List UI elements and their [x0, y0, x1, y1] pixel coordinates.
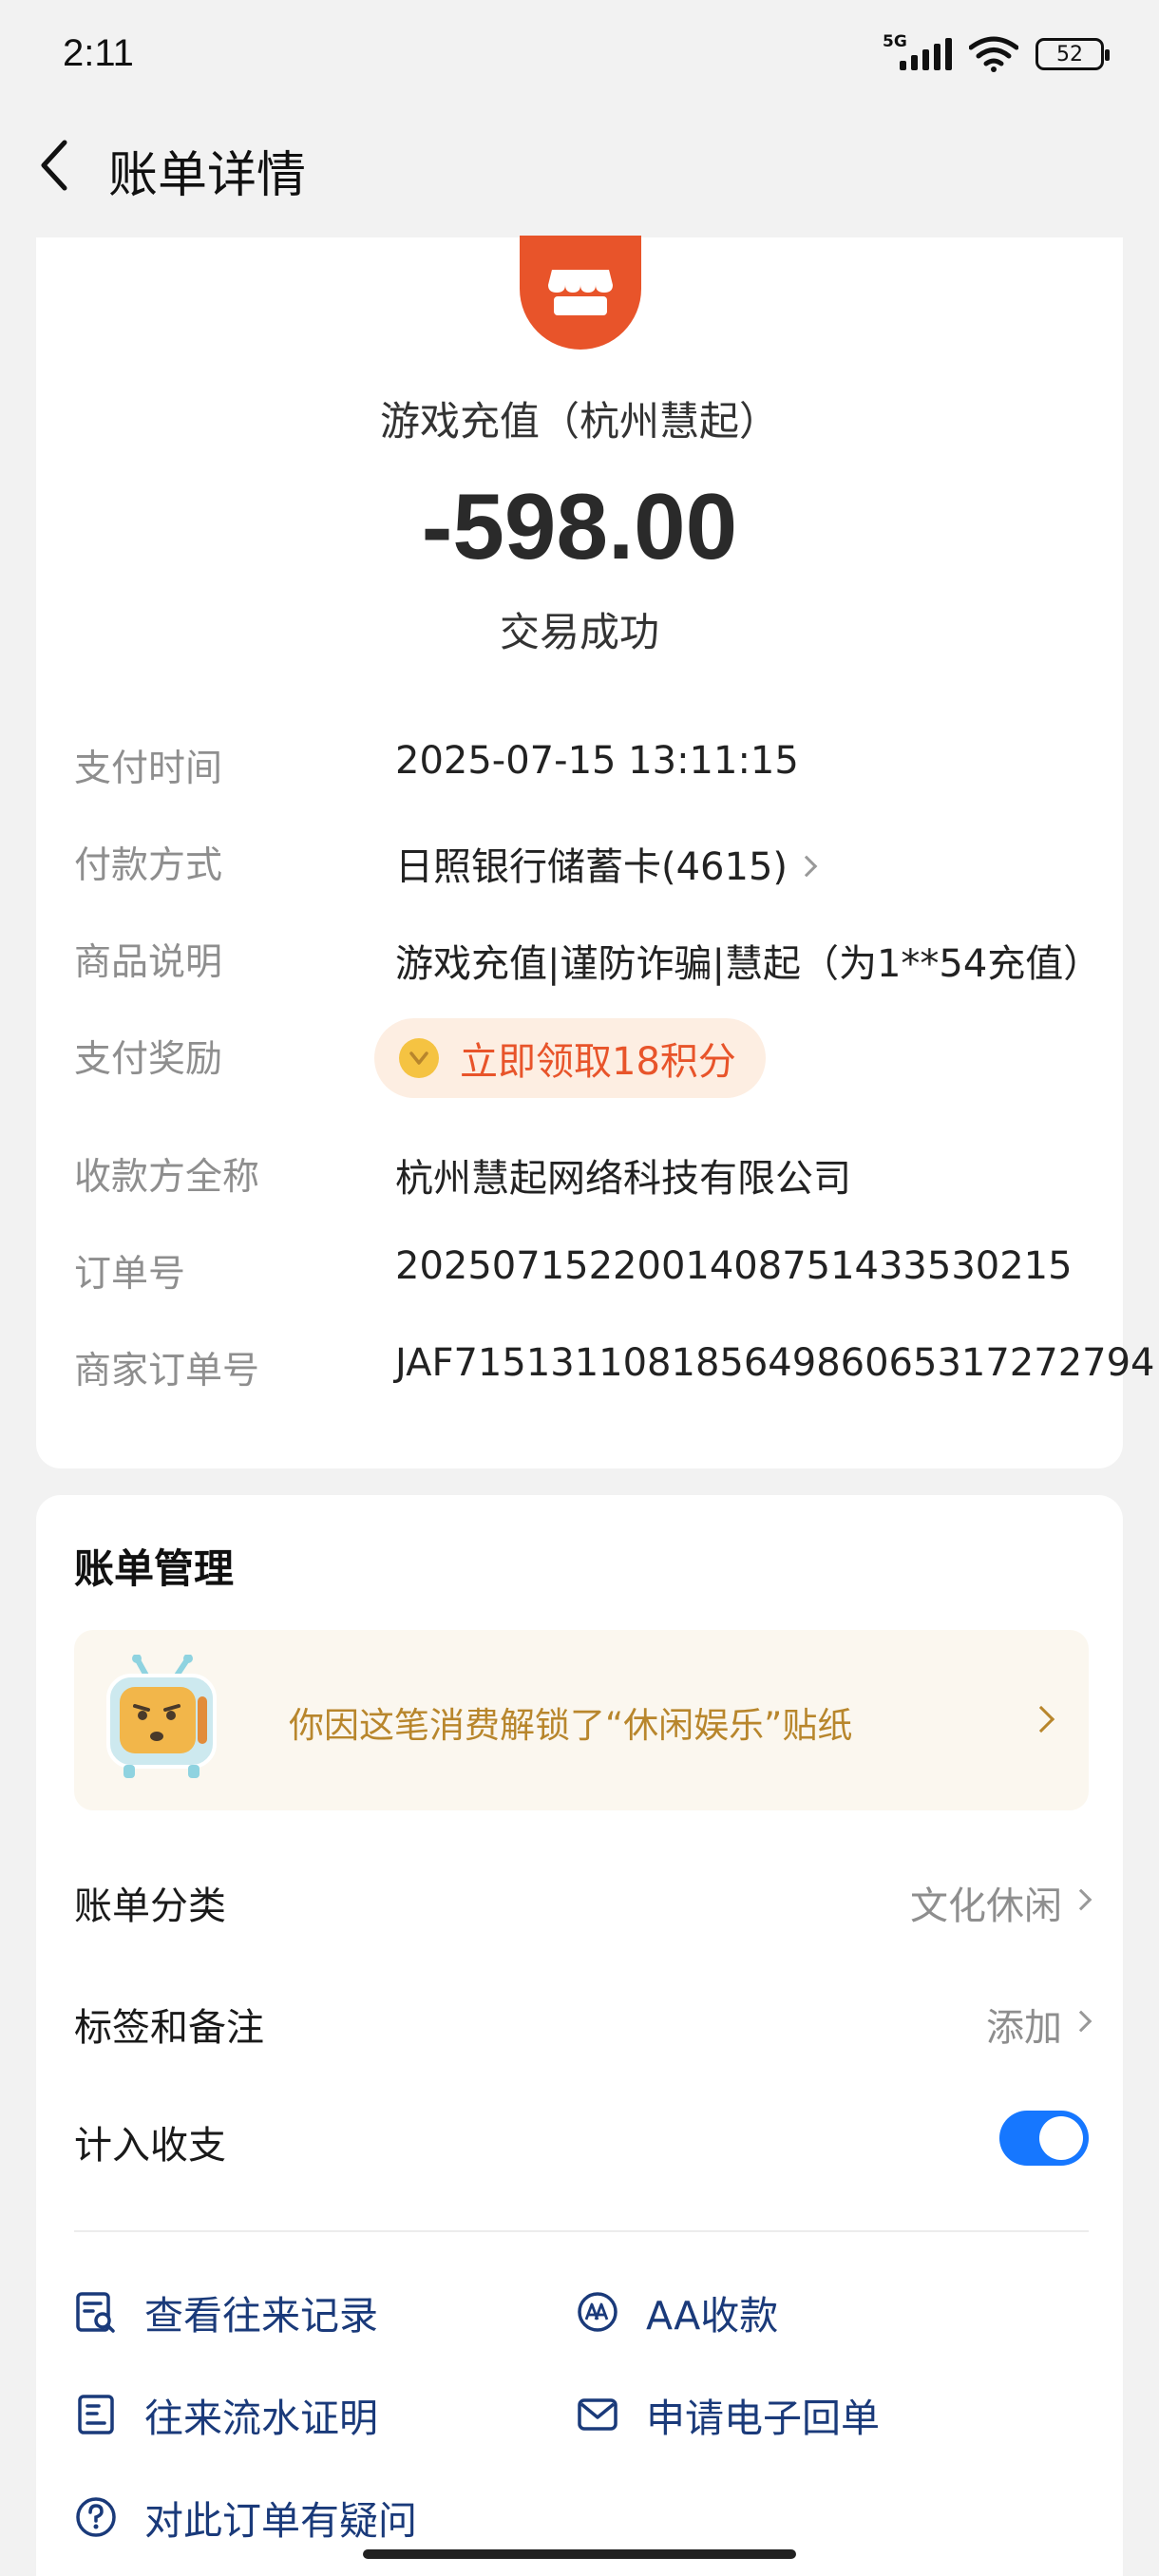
- detail-value: 杭州慧起网络科技有限公司: [395, 1157, 851, 1201]
- detail-row-payee: 收款方全称 杭州慧起网络科技有限公司: [74, 1147, 1100, 1204]
- statement-proof-action[interactable]: 往来流水证明: [74, 2386, 378, 2443]
- statement-icon: [78, 2395, 114, 2434]
- question-icon: [76, 2497, 116, 2537]
- cellular-signal-icon: 5G: [883, 32, 952, 70]
- view-records-action[interactable]: 查看往来记录: [74, 2283, 378, 2340]
- bill-category-text: 文化休闲: [910, 1885, 1062, 1928]
- bill-management-card: 账单管理 你因这笔消费解锁了“休闲娱乐”贴纸 账单分类 文化休闲 标签和备注 添…: [36, 1495, 1123, 2576]
- claim-points-button[interactable]: 立即领取18积分: [374, 1018, 766, 1098]
- network-type: 5G: [883, 32, 907, 51]
- record-search-icon: [76, 2292, 115, 2333]
- detail-row-merchant-order-no: 商家订单号 JAF71513110818564986065317272794: [74, 1341, 1155, 1398]
- page-title: 账单详情: [108, 147, 307, 204]
- aa-icon: [578, 2292, 618, 2332]
- detail-value: 2025-07-15 13:11:15: [395, 739, 799, 783]
- status-bar: 2:11 5G 52: [0, 0, 1159, 114]
- detail-label: 商家订单号: [74, 1350, 260, 1392]
- detail-row-reward: 支付奖励 立即领取18积分: [74, 1018, 1100, 1098]
- bill-category-value[interactable]: 文化休闲: [910, 1875, 1092, 1930]
- back-arrow-icon[interactable]: [34, 137, 76, 194]
- detail-label: 商品说明: [74, 941, 223, 984]
- order-question-label: 对此订单有疑问: [144, 2498, 417, 2544]
- view-records-label: 查看往来记录: [144, 2293, 378, 2339]
- tags-add-text: 添加: [986, 2006, 1062, 2050]
- detail-row-pay-time: 支付时间 2025-07-15 13:11:15: [74, 739, 1100, 796]
- include-in-budget-label: 计入收支: [74, 2124, 226, 2168]
- bill-category-label: 账单分类: [74, 1885, 226, 1928]
- merchant-store-icon: [520, 236, 641, 350]
- statement-proof-label: 往来流水证明: [144, 2396, 378, 2441]
- transaction-card: 游戏充值（杭州慧起） -598.00 交易成功 支付时间 2025-07-15 …: [36, 236, 1155, 1468]
- chevron-right-icon: [1070, 2010, 1092, 2033]
- status-time: 2:11: [63, 32, 134, 74]
- chevron-right-icon: [795, 855, 818, 878]
- sticker-unlock-text: 你因这笔消费解锁了“休闲娱乐”贴纸: [289, 1705, 853, 1746]
- include-in-budget-row: 计入收支: [74, 2111, 1089, 2181]
- detail-value: 2025071522001408751433530215: [395, 1244, 1073, 1288]
- aa-collect-label: AA收款: [646, 2293, 779, 2339]
- tv-sticker-icon: [106, 1655, 217, 1778]
- divider: [74, 2230, 1089, 2232]
- aa-collect-action[interactable]: AA收款: [576, 2283, 778, 2340]
- detail-value: 游戏充值|谨防诈骗|慧起（为1**54充值）: [395, 942, 1102, 986]
- store-icon: [548, 270, 613, 315]
- detail-label: 订单号: [74, 1253, 186, 1296]
- detail-value: JAF71513110818564986065317272794: [395, 1341, 1155, 1385]
- transaction-status: 交易成功: [499, 609, 659, 655]
- sticker-banner[interactable]: 你因这笔消费解锁了“休闲娱乐”贴纸: [74, 1630, 1089, 1810]
- detail-label: 付款方式: [74, 844, 223, 887]
- merchant-name: 游戏充值（杭州慧起）: [379, 398, 779, 445]
- payment-method-text: 日照银行储蓄卡(4615): [395, 845, 788, 889]
- section-title: 账单管理: [74, 1545, 235, 1592]
- points-coin-icon: [399, 1038, 439, 1078]
- e-receipt-label: 申请电子回单: [646, 2396, 880, 2441]
- status-icons: 5G 52: [883, 32, 1110, 72]
- bill-category-row[interactable]: 账单分类 文化休闲: [74, 1875, 1092, 1941]
- detail-label: 收款方全称: [74, 1156, 260, 1199]
- mail-icon: [578, 2398, 618, 2431]
- home-indicator[interactable]: [363, 2549, 796, 2559]
- transaction-amount: -598.00: [421, 474, 738, 578]
- detail-row-description: 商品说明 游戏充值|谨防诈骗|慧起（为1**54充值）: [74, 933, 1102, 990]
- detail-value[interactable]: 日照银行储蓄卡(4615): [395, 836, 818, 891]
- detail-row-order-no: 订单号 2025071522001408751433530215: [74, 1244, 1100, 1301]
- chevron-right-icon: [1027, 1705, 1055, 1733]
- tags-notes-value[interactable]: 添加: [986, 1997, 1092, 2052]
- detail-label: 支付时间: [74, 748, 223, 790]
- include-in-budget-toggle[interactable]: [999, 2111, 1089, 2166]
- detail-row-pay-method[interactable]: 付款方式 日照银行储蓄卡(4615): [74, 836, 1100, 893]
- tags-notes-label: 标签和备注: [74, 2006, 264, 2050]
- chevron-right-icon: [1070, 1888, 1092, 1911]
- order-question-action[interactable]: 对此订单有疑问: [74, 2489, 417, 2546]
- detail-label: 支付奖励: [74, 1038, 223, 1081]
- e-receipt-action[interactable]: 申请电子回单: [576, 2386, 880, 2443]
- battery-level: 52: [1056, 42, 1083, 66]
- battery-icon: 52: [1036, 38, 1110, 70]
- claim-points-label: 立即领取18积分: [460, 1040, 736, 1084]
- app-header: 账单详情: [0, 122, 1159, 209]
- wifi-icon: [969, 36, 1018, 72]
- tags-notes-row[interactable]: 标签和备注 添加: [74, 1997, 1092, 2063]
